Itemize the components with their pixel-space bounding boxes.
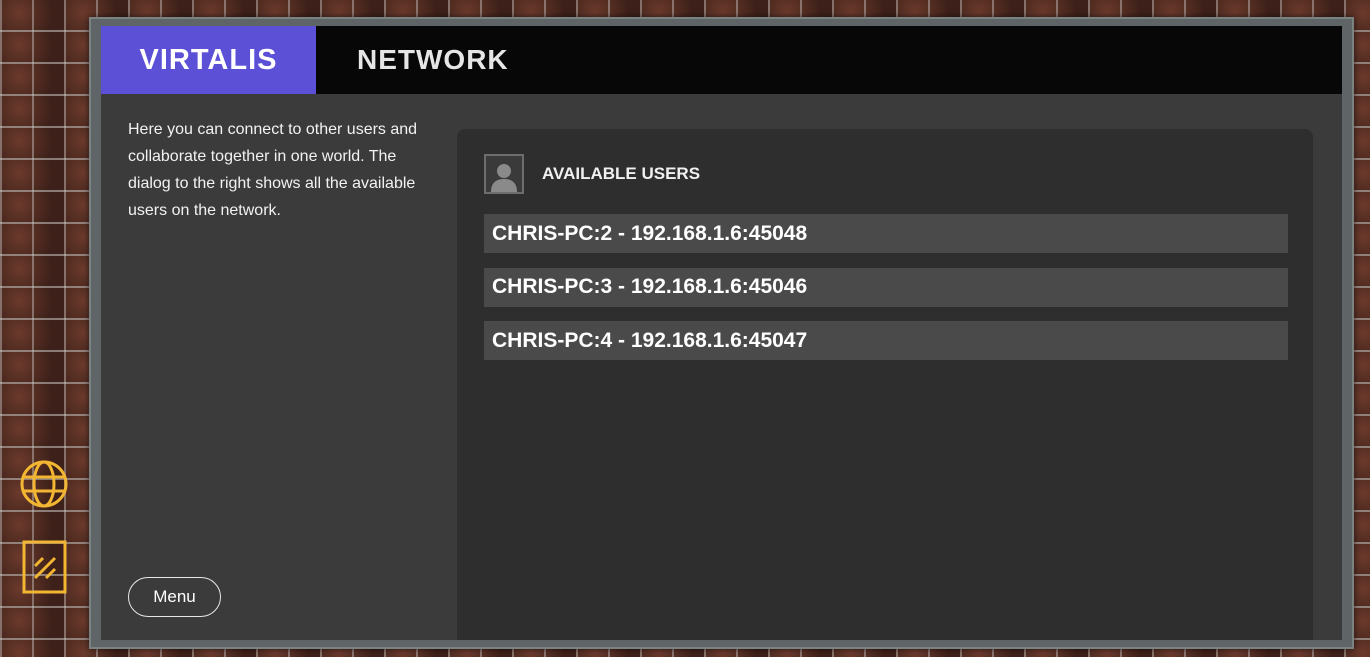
globe-icon[interactable]	[19, 459, 69, 509]
brand-logo: VIRTALIS	[101, 26, 316, 94]
tool-icon[interactable]	[22, 540, 67, 594]
user-icon	[484, 154, 524, 194]
dialog-header: VIRTALIS NETWORK	[101, 26, 1342, 94]
user-list-item[interactable]: CHRIS-PC:2 - 192.168.1.6:45048	[484, 214, 1288, 253]
menu-button[interactable]: Menu	[128, 577, 221, 617]
user-list-item[interactable]: CHRIS-PC:3 - 192.168.1.6:45046	[484, 267, 1288, 307]
user-list: CHRIS-PC:2 - 192.168.1.6:45048 CHRIS-PC:…	[484, 214, 1288, 375]
side-rail	[0, 0, 90, 657]
network-dialog: VIRTALIS NETWORK Here you can connect to…	[101, 26, 1342, 640]
users-title: AVAILABLE USERS	[542, 164, 701, 183]
available-users-panel: AVAILABLE USERS CHRIS-PC:2 - 192.168.1.6…	[457, 129, 1313, 640]
user-list-item[interactable]: CHRIS-PC:4 - 192.168.1.6:45047	[484, 321, 1288, 360]
page-title: NETWORK	[357, 44, 509, 75]
intro-text: Here you can connect to other users and …	[128, 121, 418, 219]
users-header: AVAILABLE USERS	[484, 154, 700, 194]
